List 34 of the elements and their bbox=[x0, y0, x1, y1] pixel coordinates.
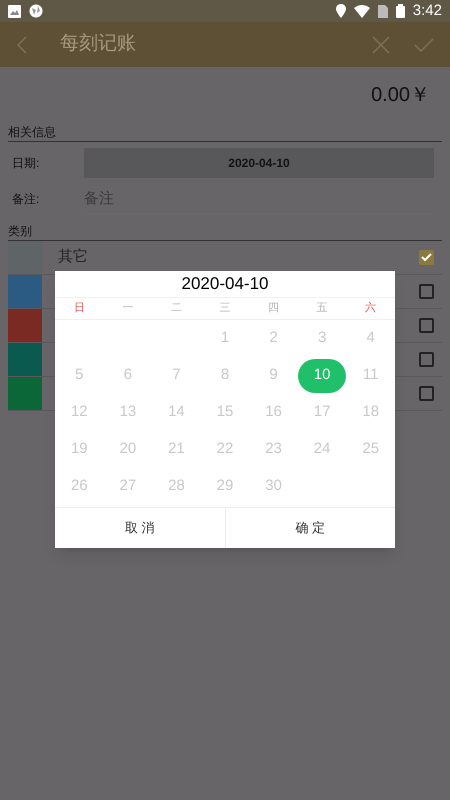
category-checkbox[interactable] bbox=[419, 352, 434, 367]
day-cell[interactable]: 10 bbox=[298, 358, 346, 392]
amount-text: 0.00￥ bbox=[371, 83, 430, 108]
section-title: 类别 bbox=[8, 224, 32, 238]
category-name: 其它 bbox=[58, 247, 89, 268]
location-icon bbox=[336, 4, 346, 18]
dialog-title: 2020-04-10 bbox=[182, 273, 268, 296]
weekday-label: 二 bbox=[170, 301, 183, 316]
weekday-label: 四 bbox=[267, 301, 280, 316]
confirm-button[interactable]: 确 定 bbox=[226, 508, 395, 548]
weekday-label: 六 bbox=[364, 300, 378, 316]
cancel-button[interactable]: 取 消 bbox=[55, 508, 226, 548]
image-icon bbox=[8, 4, 21, 18]
close-icon[interactable] bbox=[372, 36, 390, 54]
weekday-label: 一 bbox=[121, 301, 134, 316]
wifi-icon bbox=[354, 4, 370, 18]
battery-icon bbox=[396, 4, 405, 18]
weekday-label: 五 bbox=[316, 301, 329, 316]
category-checkbox[interactable] bbox=[419, 386, 434, 401]
weekday-label: 日 bbox=[72, 301, 86, 316]
date-label: 日期: bbox=[11, 155, 40, 172]
sim-icon bbox=[378, 4, 388, 18]
check-icon[interactable] bbox=[414, 36, 434, 52]
globe-icon bbox=[29, 4, 43, 18]
category-checkbox[interactable] bbox=[419, 250, 434, 265]
back-icon[interactable] bbox=[16, 36, 28, 54]
category-checkbox[interactable] bbox=[419, 284, 434, 299]
section-title: 相关信息 bbox=[8, 125, 56, 139]
date-field[interactable]: 2020-04-10 bbox=[84, 148, 434, 178]
status-time: 3:42 bbox=[412, 0, 442, 21]
category-checkbox[interactable] bbox=[419, 318, 434, 333]
header-title: 每刻记账 bbox=[60, 32, 137, 56]
weekday-label: 三 bbox=[218, 301, 232, 316]
note-label: 备注: bbox=[11, 191, 40, 208]
